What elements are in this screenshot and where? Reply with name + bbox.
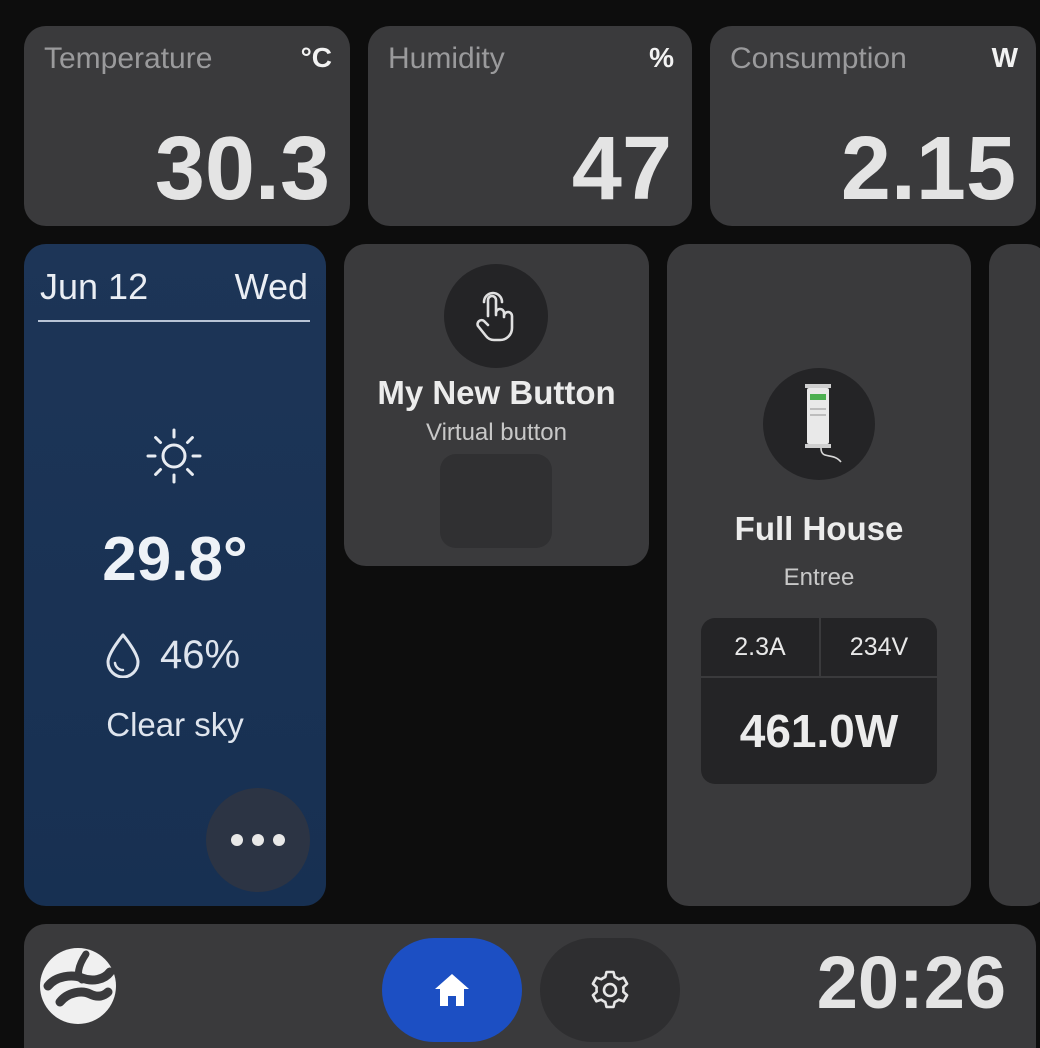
divider — [38, 320, 310, 322]
settings-button[interactable] — [540, 938, 680, 1042]
weather-card[interactable]: Jun 12 Wed 29.8° 46% Clear sky — [24, 244, 326, 906]
sensor-value: 30.3 — [154, 119, 330, 219]
more-button[interactable] — [206, 788, 310, 892]
power-reading: 461.0W — [739, 705, 899, 757]
bottom-bar: 20:26 — [24, 924, 1036, 1048]
sensor-label: Humidity — [388, 42, 505, 75]
voltage-reading: 234V — [849, 632, 909, 661]
dot — [273, 834, 285, 846]
weather-humidity-value: 46% — [160, 632, 241, 677]
current-reading: 2.3A — [734, 632, 786, 661]
weather-day: Wed — [234, 266, 308, 307]
weather-humidity: 46% — [104, 632, 240, 678]
sensor-unit: % — [649, 42, 674, 73]
weather-temperature: 29.8° — [102, 525, 248, 594]
device-subtitle: Virtual button — [426, 419, 567, 446]
gear-icon — [591, 970, 629, 1009]
weather-date: Jun 12 — [40, 266, 149, 307]
sensor-value: 47 — [571, 119, 672, 219]
hand-pointer-icon — [476, 291, 514, 342]
sensor-value: 2.15 — [840, 119, 1016, 219]
device-title: My New Button — [377, 374, 616, 411]
next-card-partial[interactable] — [989, 244, 1040, 906]
device-title: Full House — [734, 510, 904, 547]
temperature-tile[interactable]: Temperature °C 30.3 — [24, 26, 350, 226]
sun-icon — [146, 428, 202, 484]
humidity-tile[interactable]: Humidity % 47 — [368, 26, 692, 226]
meter-readings: 2.3A 234V 461.0W — [701, 618, 937, 784]
home-button[interactable] — [382, 938, 522, 1042]
clock: 20:26 — [816, 941, 1006, 1024]
sensor-unit: °C — [300, 42, 332, 73]
consumption-tile[interactable]: Consumption W 2.15 — [710, 26, 1036, 226]
icon-circle — [444, 264, 548, 368]
dot — [252, 834, 264, 846]
sensor-label: Consumption — [730, 42, 907, 75]
energy-meter-card[interactable]: Full House Entree 2.3A 234V 461.0W — [667, 244, 971, 906]
weather-condition: Clear sky — [106, 706, 244, 743]
icon-circle — [763, 368, 875, 480]
press-button[interactable] — [440, 454, 552, 548]
sensor-unit: W — [991, 42, 1018, 73]
droplet-icon — [106, 633, 140, 678]
s-logo-icon — [40, 948, 116, 1024]
device-subtitle: Entree — [783, 564, 855, 591]
virtual-button-card[interactable]: My New Button Virtual button — [344, 244, 649, 566]
dot — [231, 834, 243, 846]
din-rail-meter-icon — [805, 384, 842, 463]
home-icon — [435, 974, 469, 1006]
sensor-label: Temperature — [44, 42, 213, 75]
